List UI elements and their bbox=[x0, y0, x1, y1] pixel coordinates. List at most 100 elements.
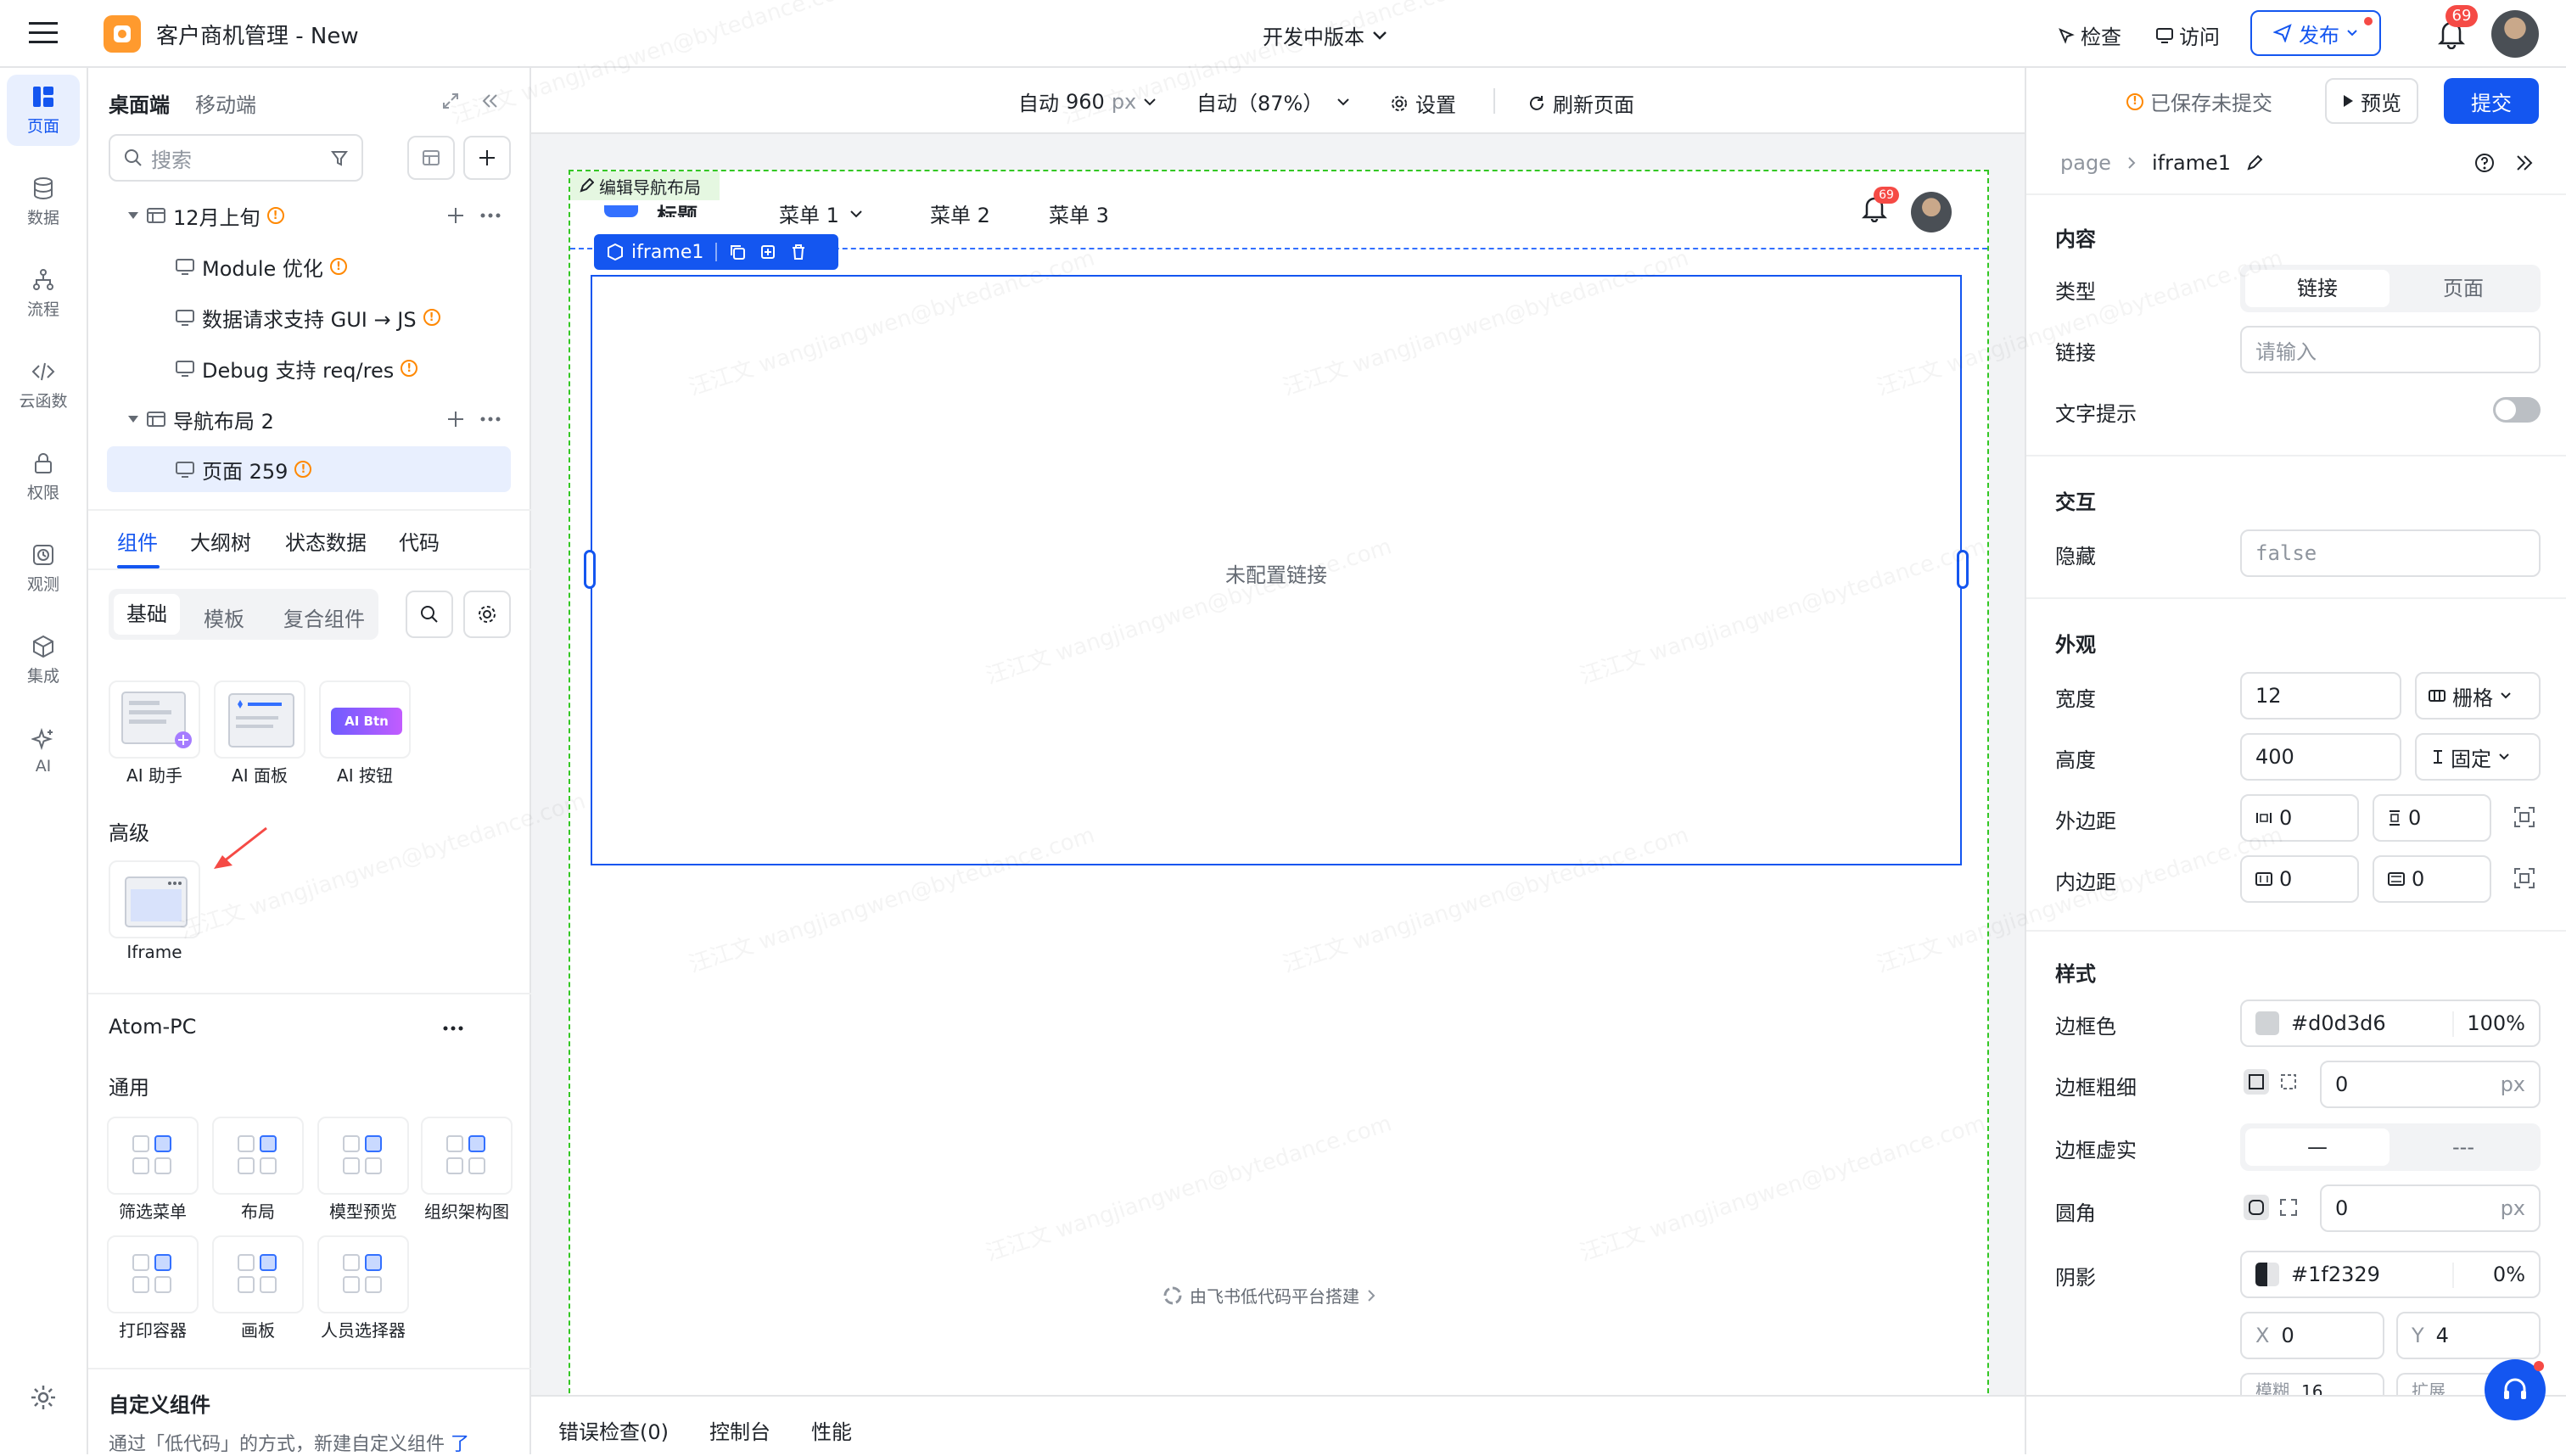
seg-basic[interactable]: 基础 bbox=[114, 594, 180, 635]
collapse-right-icon[interactable] bbox=[2515, 154, 2534, 171]
rail-item-flow[interactable]: 流程 bbox=[7, 258, 80, 329]
copy-icon[interactable] bbox=[729, 244, 746, 260]
canvas-settings-button[interactable]: 设置 bbox=[1390, 88, 1456, 118]
padding-vertical-input[interactable]: 0 bbox=[2373, 855, 2491, 903]
margin-horizontal-input[interactable]: 0 bbox=[2240, 794, 2359, 842]
iframe-name-tag[interactable]: iframe1 bbox=[631, 242, 703, 263]
collapse-panel-icon[interactable] bbox=[480, 92, 499, 110]
border-all-sides-button[interactable] bbox=[2244, 1069, 2269, 1095]
add-icon[interactable] bbox=[446, 410, 465, 428]
rail-item-page[interactable]: 页面 bbox=[7, 75, 80, 146]
inspect-button[interactable]: 检查 bbox=[2057, 20, 2121, 50]
component-search-button[interactable] bbox=[406, 591, 453, 638]
expand-sides-icon[interactable] bbox=[2513, 867, 2535, 889]
trash-icon[interactable] bbox=[790, 244, 807, 260]
edit-nav-layout-button[interactable]: 编辑导航布局 bbox=[570, 171, 720, 200]
support-chat-button[interactable] bbox=[2485, 1359, 2546, 1420]
tree-page-module[interactable]: Module 优化 ! bbox=[107, 244, 511, 288]
print-container-component[interactable] bbox=[107, 1235, 199, 1313]
tab-desktop[interactable]: 桌面端 bbox=[109, 88, 170, 118]
more-icon[interactable] bbox=[480, 416, 501, 423]
tab-components[interactable]: 组件 bbox=[117, 526, 158, 556]
height-mode-select[interactable]: 固定 bbox=[2415, 733, 2541, 781]
pencil-icon[interactable] bbox=[2246, 154, 2263, 171]
page-template-button[interactable] bbox=[407, 136, 455, 180]
filter-menu-component[interactable] bbox=[107, 1117, 199, 1195]
tab-code[interactable]: 代码 bbox=[399, 526, 440, 556]
add-icon[interactable] bbox=[446, 206, 465, 225]
canvas-board-component[interactable] bbox=[212, 1235, 304, 1313]
border-sides-icon[interactable] bbox=[2277, 1071, 2300, 1093]
more-icon[interactable] bbox=[443, 1025, 463, 1032]
tree-page-debug[interactable]: Debug 支持 req/res ! bbox=[107, 346, 511, 390]
tab-mobile[interactable]: 移动端 bbox=[195, 88, 256, 118]
height-input[interactable]: 400 bbox=[2240, 733, 2401, 781]
rail-item-data[interactable]: 数据 bbox=[7, 166, 80, 238]
help-icon[interactable] bbox=[2474, 153, 2495, 173]
tree-page-259[interactable]: 页面 259 ! bbox=[107, 446, 511, 492]
tooltip-toggle[interactable] bbox=[2493, 397, 2541, 423]
visit-button[interactable]: 访问 bbox=[2155, 20, 2220, 50]
iframe-component[interactable] bbox=[109, 860, 200, 938]
tab-error-check[interactable]: 错误检查(0) bbox=[558, 1415, 669, 1445]
submit-button[interactable]: 提交 bbox=[2444, 78, 2539, 124]
nav-menu-1[interactable]: 菜单 1 bbox=[779, 199, 863, 228]
breadcrumb-page[interactable]: page bbox=[2060, 151, 2111, 175]
shadow-color-input[interactable]: #1f2329 0% bbox=[2240, 1251, 2541, 1298]
powered-by-footer[interactable]: 由飞书低代码平台搭建 bbox=[1163, 1283, 1376, 1308]
radius-input[interactable]: 0 px bbox=[2320, 1184, 2541, 1232]
tab-performance[interactable]: 性能 bbox=[811, 1415, 852, 1445]
layout-component[interactable] bbox=[212, 1117, 304, 1195]
rail-item-permission[interactable]: 权限 bbox=[7, 441, 80, 512]
zoom-selector[interactable]: 自动（87%） bbox=[1196, 87, 1350, 116]
shadow-x-input[interactable]: X 0 bbox=[2240, 1312, 2384, 1359]
tree-page-data-request[interactable]: 数据请求支持 GUI → JS ! bbox=[107, 295, 511, 339]
search-input[interactable]: 搜索 bbox=[109, 134, 363, 182]
tab-state-data[interactable]: 状态数据 bbox=[285, 526, 367, 556]
publish-button[interactable]: 发布 bbox=[2250, 10, 2381, 56]
padding-horizontal-input[interactable]: 0 bbox=[2240, 855, 2359, 903]
shadow-y-input[interactable]: Y 4 bbox=[2396, 1312, 2541, 1359]
version-selector[interactable]: 开发中版本 bbox=[1263, 20, 1388, 50]
org-chart-component[interactable] bbox=[421, 1117, 513, 1195]
expand-icon[interactable] bbox=[441, 92, 460, 110]
margin-vertical-input[interactable]: 0 bbox=[2373, 794, 2491, 842]
ai-assistant-component[interactable] bbox=[109, 680, 200, 759]
resize-handle-left[interactable] bbox=[584, 550, 596, 589]
nav-avatar[interactable] bbox=[1911, 192, 1952, 232]
radius-corners-icon[interactable] bbox=[2277, 1196, 2300, 1218]
hamburger-menu-icon[interactable] bbox=[29, 20, 58, 46]
user-picker-component[interactable] bbox=[317, 1235, 409, 1313]
nav-menu-3[interactable]: 菜单 3 bbox=[1049, 199, 1109, 228]
model-preview-component[interactable] bbox=[317, 1117, 409, 1195]
preview-button[interactable]: 预览 bbox=[2325, 78, 2418, 124]
refresh-page-button[interactable]: 刷新页面 bbox=[1527, 88, 1634, 118]
seg-composite[interactable]: 复合组件 bbox=[283, 602, 365, 632]
user-avatar[interactable] bbox=[2491, 10, 2539, 58]
border-width-input[interactable]: 0 px bbox=[2320, 1061, 2541, 1108]
seg-template[interactable]: 模板 bbox=[204, 602, 244, 632]
settings-gear-icon[interactable] bbox=[29, 1383, 58, 1412]
rail-item-cloud-function[interactable]: 云函数 bbox=[7, 350, 80, 421]
tab-outline[interactable]: 大纲树 bbox=[190, 526, 251, 556]
learn-more-link[interactable]: 了 bbox=[451, 1434, 469, 1455]
resize-handle-right[interactable] bbox=[1957, 550, 1969, 589]
more-icon[interactable] bbox=[480, 212, 501, 219]
type-option-page[interactable]: 页面 bbox=[2391, 270, 2535, 307]
border-style-solid[interactable]: — bbox=[2245, 1128, 2390, 1166]
width-input[interactable]: 12 bbox=[2240, 672, 2401, 720]
hidden-input[interactable]: false bbox=[2240, 529, 2541, 577]
type-option-link[interactable]: 链接 bbox=[2245, 270, 2390, 307]
link-input[interactable]: 请输入 bbox=[2240, 326, 2541, 373]
nav-menu-2[interactable]: 菜单 2 bbox=[930, 199, 990, 228]
radius-all-button[interactable] bbox=[2244, 1195, 2269, 1220]
width-selector[interactable]: 自动 960 px bbox=[1018, 87, 1157, 116]
rail-item-observe[interactable]: 观测 bbox=[7, 533, 80, 604]
border-color-input[interactable]: #d0d3d6 100% bbox=[2240, 1000, 2541, 1047]
ai-button-component[interactable]: AI Btn bbox=[319, 680, 411, 759]
ai-panel-component[interactable] bbox=[214, 680, 305, 759]
tree-group-12month[interactable]: 12月上旬 ! bbox=[107, 193, 511, 238]
duplicate-icon[interactable] bbox=[759, 244, 776, 260]
component-settings-button[interactable] bbox=[463, 591, 511, 638]
width-mode-select[interactable]: 栅格 bbox=[2415, 672, 2541, 720]
